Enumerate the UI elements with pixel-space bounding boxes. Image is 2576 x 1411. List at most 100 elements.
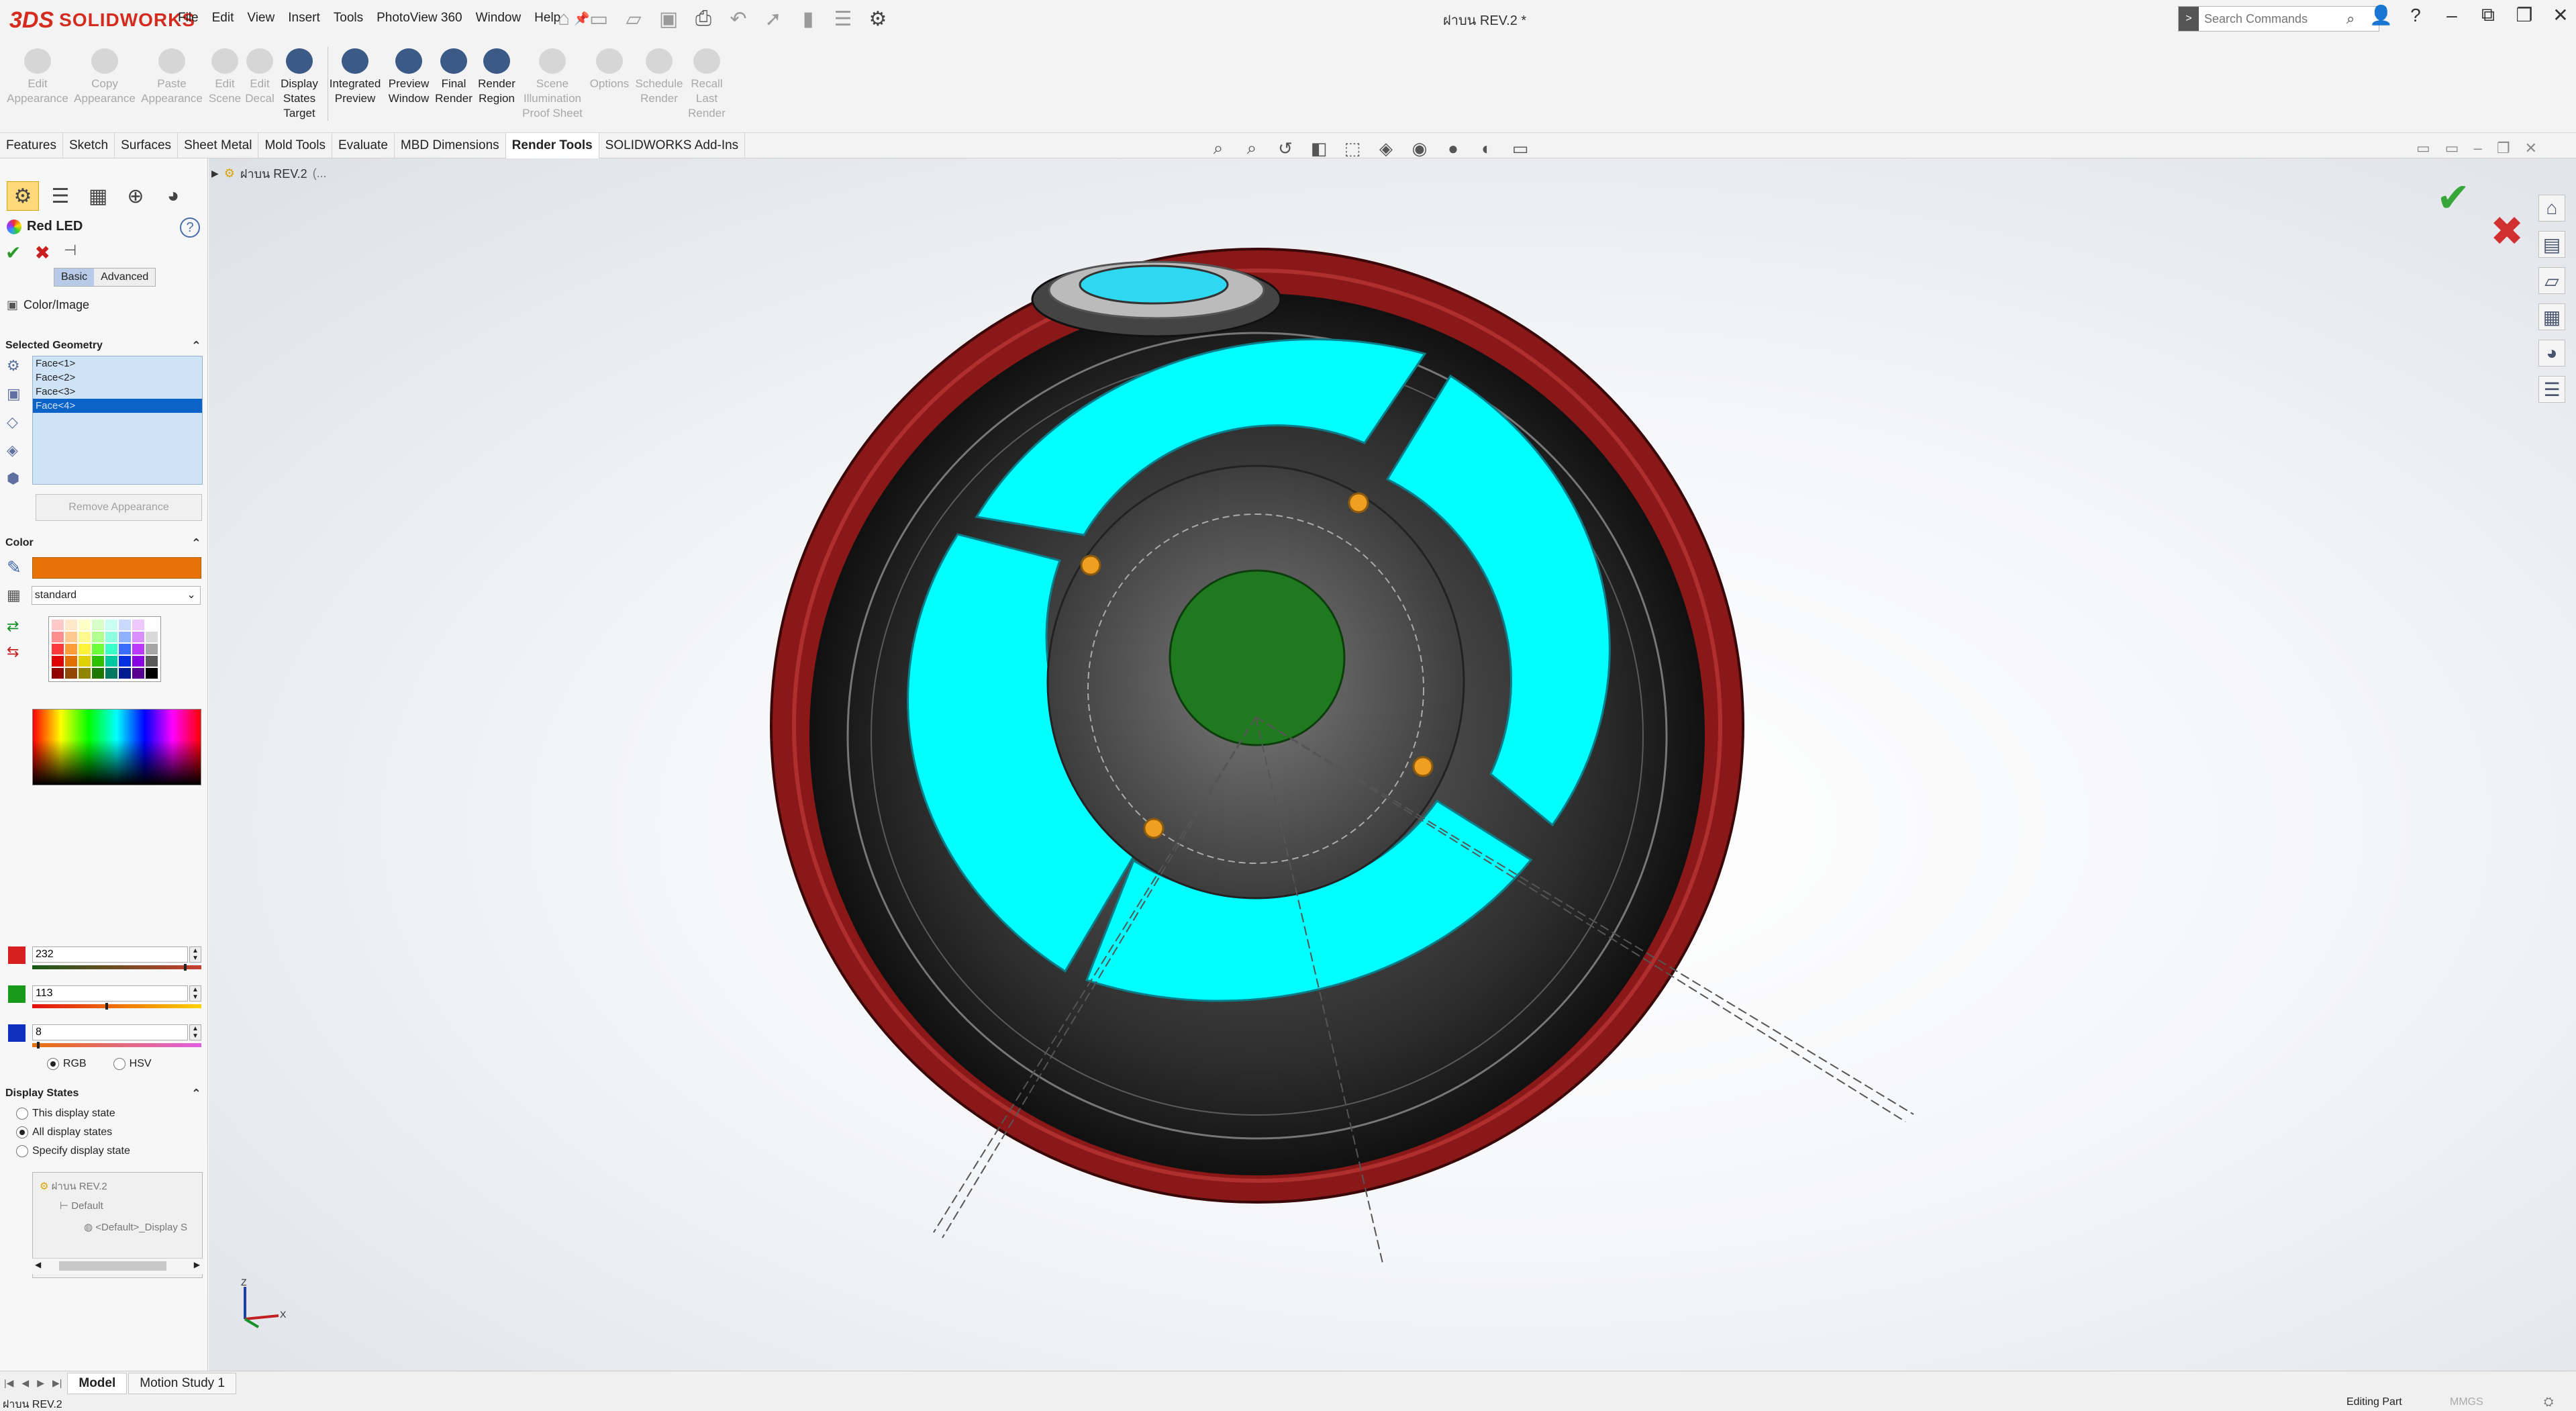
all-display-states-radio[interactable]: All display states [16, 1126, 130, 1138]
user-account-icon[interactable]: 👤 [2369, 4, 2393, 26]
collapse-icon[interactable]: ⌃ [191, 1085, 201, 1102]
status-units[interactable]: MMGS [2450, 1396, 2483, 1408]
palette-swatch[interactable] [132, 632, 144, 642]
display-style-icon[interactable]: ◈ [1373, 138, 1399, 158]
tile-windows-icon[interactable]: ⧉ [2478, 4, 2498, 26]
previous-view-icon[interactable]: ↺ [1272, 138, 1299, 158]
palette-swatch[interactable] [146, 656, 158, 667]
home-icon[interactable]: ⌂ [550, 4, 577, 34]
this-display-state-radio[interactable]: This display state [16, 1108, 130, 1120]
palette-swatch[interactable] [79, 644, 91, 654]
select-part-icon[interactable]: ⚙ [7, 357, 27, 379]
color-header[interactable]: Color ⌃ [0, 534, 208, 552]
list-item[interactable]: Face<2> [33, 371, 202, 385]
blue-spinner[interactable]: ▲ ▼ [189, 1024, 201, 1040]
selected-geometry-header[interactable]: Selected Geometry ⌃ [0, 337, 208, 354]
tree-horizontal-scrollbar[interactable]: ◀ ▶ [32, 1258, 203, 1274]
palette-swatch[interactable] [146, 644, 158, 654]
palette-swatch[interactable] [92, 656, 104, 667]
scene-illumination-proof-sheet-button[interactable]: Scene Illumination Proof Sheet [517, 48, 588, 121]
configuration-manager-tab-icon[interactable]: ▦ [82, 181, 114, 211]
select-surface-icon[interactable]: ◇ [7, 413, 27, 435]
view-settings-icon[interactable]: ▭ [1507, 138, 1534, 158]
tab-solidworks-addins[interactable]: SOLIDWORKS Add-Ins [599, 133, 746, 158]
palette-swatch[interactable] [92, 620, 104, 630]
integrated-preview-button[interactable]: Integrated Preview [325, 48, 385, 106]
menu-tools[interactable]: Tools [327, 8, 370, 30]
scroll-thumb[interactable] [59, 1261, 166, 1271]
tab-sheet-metal[interactable]: Sheet Metal [178, 133, 259, 158]
color-image-tab[interactable]: ▣ Color/Image [7, 298, 89, 312]
palette-swatch[interactable] [65, 620, 77, 630]
menu-edit[interactable]: Edit [205, 8, 241, 30]
palette-swatch[interactable] [105, 656, 117, 667]
green-value-field[interactable] [32, 985, 188, 1002]
palette-swatch[interactable] [146, 632, 158, 642]
search-input[interactable] [2199, 11, 2346, 26]
red-slider[interactable] [32, 965, 201, 969]
appearances-tab-icon[interactable]: ⚙ [7, 181, 39, 211]
palette-swatch[interactable] [92, 632, 104, 642]
slider-marker[interactable] [183, 964, 187, 971]
viewport-split-icon[interactable]: ▭ [2416, 140, 2430, 157]
rgb-radio[interactable]: RGB [47, 1058, 87, 1070]
menu-insert[interactable]: Insert [281, 8, 327, 30]
tab-sketch[interactable]: Sketch [63, 133, 115, 158]
red-spinner[interactable]: ▲ ▼ [189, 946, 201, 963]
schedule-render-button[interactable]: Schedule Render [631, 48, 687, 106]
next-tab-arrow-icon[interactable]: ▶ [33, 1377, 48, 1389]
palette-swatch[interactable] [52, 644, 64, 654]
collapse-icon[interactable]: ⌃ [191, 534, 201, 552]
red-value-field[interactable] [32, 946, 188, 963]
palette-swatch[interactable] [119, 632, 131, 642]
menu-photoview[interactable]: PhotoView 360 [370, 8, 468, 30]
edit-appearance-icon[interactable]: ● [1440, 138, 1467, 158]
palette-swatch[interactable] [79, 620, 91, 630]
palette-swatch[interactable] [52, 668, 64, 679]
current-color-swatch[interactable] [32, 557, 201, 579]
display-states-target-button[interactable]: Display States Target [274, 48, 325, 121]
palette-swatch[interactable] [79, 656, 91, 667]
blue-value-field[interactable] [32, 1024, 188, 1040]
recall-last-render-button[interactable]: Recall Last Render [682, 48, 732, 121]
palette-swatch[interactable] [65, 656, 77, 667]
palette-swatch[interactable] [92, 668, 104, 679]
palette-swatch[interactable] [146, 668, 158, 679]
tab-surfaces[interactable]: Surfaces [115, 133, 179, 158]
list-item[interactable]: Face<4> [33, 399, 202, 413]
select-face-icon[interactable]: ▣ [7, 385, 27, 407]
tab-mold-tools[interactable]: Mold Tools [258, 133, 332, 158]
paste-appearance-button[interactable]: Paste Appearance [138, 48, 205, 106]
prev-tab-arrow-icon[interactable]: ◀ [17, 1377, 33, 1389]
palette-swatch[interactable] [52, 656, 64, 667]
palette-swatch[interactable] [119, 620, 131, 630]
restore-icon[interactable]: ❐ [2514, 4, 2534, 26]
options-gear-icon[interactable]: ⚙ [864, 4, 891, 34]
remove-swatch-icon[interactable]: ⇆ [7, 643, 19, 661]
slider-marker[interactable] [37, 1042, 40, 1049]
render-region-button[interactable]: Render Region [470, 48, 524, 106]
palette-select[interactable]: standard ⌄ [31, 586, 201, 605]
slider-marker[interactable] [105, 1003, 109, 1010]
tab-features[interactable]: Features [0, 133, 63, 158]
selected-geometry-list[interactable]: Face<1> Face<2> Face<3> Face<4> [32, 356, 203, 485]
eyedropper-icon[interactable]: ✎ [7, 557, 21, 578]
edit-appearance-button[interactable]: Edit Appearance [4, 48, 71, 106]
help-icon[interactable]: ? [2406, 5, 2426, 26]
palette-swatch[interactable] [105, 632, 117, 642]
open-folder-icon[interactable]: ▱ [620, 4, 647, 34]
palette-swatch[interactable] [119, 644, 131, 654]
palette-swatch[interactable] [119, 656, 131, 667]
green-slider[interactable] [32, 1004, 201, 1008]
palette-swatch[interactable] [79, 668, 91, 679]
close-icon[interactable]: ✕ [2550, 4, 2571, 26]
collapse-icon[interactable]: ⌃ [191, 337, 201, 354]
palette-swatch[interactable] [132, 656, 144, 667]
search-icon[interactable]: ⌕ [2346, 10, 2355, 28]
tab-motion-study[interactable]: Motion Study 1 [128, 1372, 237, 1394]
viewport-link-icon[interactable]: ▭ [2445, 140, 2459, 157]
select-feature-icon[interactable]: ◈ [7, 442, 27, 463]
palette-swatch[interactable] [119, 668, 131, 679]
hide-show-items-icon[interactable]: ◉ [1406, 138, 1433, 158]
section-view-icon[interactable]: ◧ [1305, 138, 1332, 158]
